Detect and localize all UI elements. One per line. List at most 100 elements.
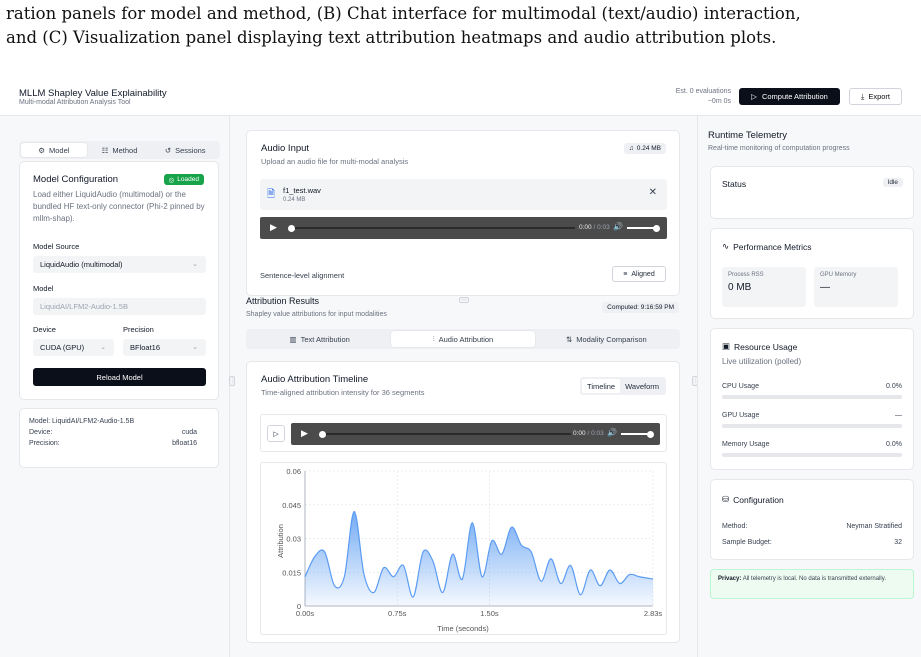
tab-model-label: Model	[48, 145, 70, 155]
main-panel: Audio Input Upload an audio file for mul…	[233, 116, 693, 657]
gpu-memory-metric: GPU Memory —	[814, 267, 898, 307]
volume-knob[interactable]	[653, 224, 660, 232]
tab-sessions[interactable]: ↺ Sessions	[152, 143, 218, 157]
info-model-key: Model:	[29, 418, 51, 425]
file-audio-icon: ♫	[628, 145, 634, 152]
tab-text-attribution[interactable]: ▥ Text Attribution	[248, 331, 391, 347]
info-precision-key: Precision:	[29, 440, 60, 447]
tab-audio-attribution[interactable]: ⫶ Audio Attribution	[391, 331, 535, 347]
app-title: MLLM Shapley Value Explainability	[19, 88, 167, 99]
info-model-row: Model: LiquidAI/LFM2-Audio-1.5B	[29, 416, 209, 427]
configuration-title-label: Configuration	[733, 494, 784, 505]
y-tick-label: 0.03	[286, 535, 301, 544]
play-icon[interactable]: ▶	[270, 222, 277, 233]
aligned-label: Aligned	[631, 270, 655, 278]
file-size-badge: ♫ 0.24 MB	[623, 143, 666, 154]
info-device-key: Device:	[29, 429, 53, 436]
gpu-usage-bar	[722, 424, 902, 428]
privacy-bold: Privacy:	[718, 576, 742, 582]
aligned-button[interactable]: ≡ Aligned	[612, 266, 666, 282]
player-duration: / 0:03	[593, 224, 610, 231]
sample-budget-value: 32	[894, 539, 902, 546]
sidebar-tabs: ⚙ Model ☷ Method ↺ Sessions	[19, 141, 220, 159]
model-info-card: Model: LiquidAI/LFM2-Audio-1.5B Device: …	[19, 408, 219, 468]
x-tick-label: 2.83s	[644, 609, 663, 618]
timeline-player-duration: / 0:03	[587, 430, 604, 437]
volume-icon[interactable]: 🔊	[607, 428, 617, 437]
export-button[interactable]: ⤓ Export	[849, 88, 902, 105]
audio-input-subtitle: Upload an audio file for multi-modal ana…	[261, 157, 409, 166]
waveform-icon: ⫶	[432, 334, 435, 343]
telemetry-panel: Runtime Telemetry Real-time monitoring o…	[697, 116, 921, 657]
reload-model-button[interactable]: Reload Model	[33, 368, 206, 386]
audio-file-icon: 🗎	[267, 189, 276, 200]
model-label: Model	[33, 284, 54, 293]
sample-budget-row: Sample Budget: 32	[722, 539, 902, 546]
caption-line-2: and (C) Visualization panel displaying t…	[6, 28, 777, 47]
activity-icon: ∿	[722, 241, 730, 251]
seek-knob[interactable]	[319, 430, 326, 438]
compare-arrows-icon: ⇅	[565, 334, 573, 344]
cpu-icon: ▣	[722, 341, 731, 351]
bar-chart-icon: ▥	[289, 334, 297, 344]
info-precision-value: bfloat16	[172, 440, 197, 447]
estimate-evaluations: Est. 0 evaluations	[675, 88, 731, 95]
telemetry-title: Runtime Telemetry	[708, 130, 788, 141]
method-key: Method:	[722, 523, 748, 530]
timeline-player-box: ▷ ▶ 0:00 / 0:03 🔊	[260, 414, 667, 452]
download-icon: ⤓	[860, 91, 865, 101]
computed-timestamp: Computed: 9:16:59 PM	[602, 302, 679, 313]
caption-line-1: ration panels for model and method, (B) …	[6, 4, 801, 23]
model-value: LiquidAI/LFM2-Audio-1.5B	[40, 302, 128, 311]
tab-method[interactable]: ☷ Method	[87, 143, 153, 157]
timeline-card: Audio Attribution Timeline Time-aligned …	[246, 361, 680, 643]
gpu-usage-value: —	[895, 412, 902, 419]
device-select[interactable]: CUDA (GPU) ⌄	[33, 339, 114, 356]
play-icon[interactable]: ▶	[301, 428, 308, 439]
performance-title: ∿ Performance Metrics	[722, 241, 812, 252]
seek-track[interactable]	[321, 433, 571, 435]
memory-usage-label: Memory Usage	[722, 441, 770, 448]
view-waveform-button[interactable]: Waveform	[620, 379, 664, 393]
file-name: f1_test.wav	[283, 186, 321, 195]
volume-knob[interactable]	[647, 430, 654, 438]
model-source-select[interactable]: LiquidAudio (multimodal) ⌄	[33, 256, 206, 273]
model-config-description: Load either LiquidAudio (multimodal) or …	[33, 190, 205, 223]
remove-file-icon[interactable]: ✕	[649, 187, 657, 198]
cpu-usage-label: CPU Usage	[722, 383, 759, 390]
device-label: Device	[33, 325, 56, 334]
privacy-notice: Privacy: All telemetry is local. No data…	[710, 569, 914, 599]
precision-select[interactable]: BFloat16 ⌄	[123, 339, 206, 356]
compute-attribution-button[interactable]: ▷ Compute Attribution	[739, 88, 840, 105]
resource-title-label: Resource Usage	[734, 341, 798, 352]
app-window: MLLM Shapley Value Explainability Multi-…	[0, 76, 921, 657]
estimate-time: ~0m 0s	[707, 98, 731, 105]
audio-input-title: Audio Input	[261, 143, 310, 154]
center-resize-handle[interactable]: ⋯	[459, 297, 469, 303]
x-tick-label: 0.75s	[388, 609, 407, 618]
seek-knob[interactable]	[288, 224, 295, 232]
seek-track[interactable]	[290, 227, 575, 229]
y-tick-label: 0.06	[286, 467, 301, 476]
check-circle-icon: ◎	[168, 176, 175, 184]
view-timeline-button[interactable]: Timeline	[582, 379, 621, 393]
estimate-readout: Est. 0 evaluations ~0m 0s	[676, 87, 731, 107]
alignment-label: Sentence-level alignment	[260, 271, 345, 280]
model-input[interactable]: LiquidAI/LFM2-Audio-1.5B	[33, 298, 206, 315]
play-segment-icon[interactable]: ▷	[267, 425, 285, 442]
file-size-badge-label: 0.24 MB	[636, 145, 661, 152]
tab-model[interactable]: ⚙ Model	[21, 143, 87, 157]
privacy-text: All telemetry is local. No data is trans…	[742, 576, 886, 582]
configuration-card: ⛁ Configuration Method: Neyman Stratified …	[710, 479, 914, 560]
info-model-value: LiquidAI/LFM2-Audio-1.5B	[52, 418, 135, 425]
app-subtitle: Multi-modal Attribution Analysis Tool	[19, 99, 131, 106]
figure-caption: ration panels for model and method, (B) …	[0, 0, 921, 70]
y-tick-label: 0.045	[282, 501, 301, 510]
telemetry-subtitle: Real-time monitoring of computation prog…	[708, 145, 850, 152]
resource-usage-card: ▣ Resource Usage Live utilization (polled…	[710, 328, 914, 470]
tab-modality-comparison[interactable]: ⇅ Modality Comparison	[535, 331, 678, 347]
resource-subtitle: Live utilization (polled)	[722, 357, 802, 366]
volume-icon[interactable]: 🔊	[613, 222, 623, 231]
uploaded-file-row: 🗎 f1_test.wav 0.24 MB ✕	[260, 179, 667, 210]
memory-usage-bar	[722, 453, 902, 457]
